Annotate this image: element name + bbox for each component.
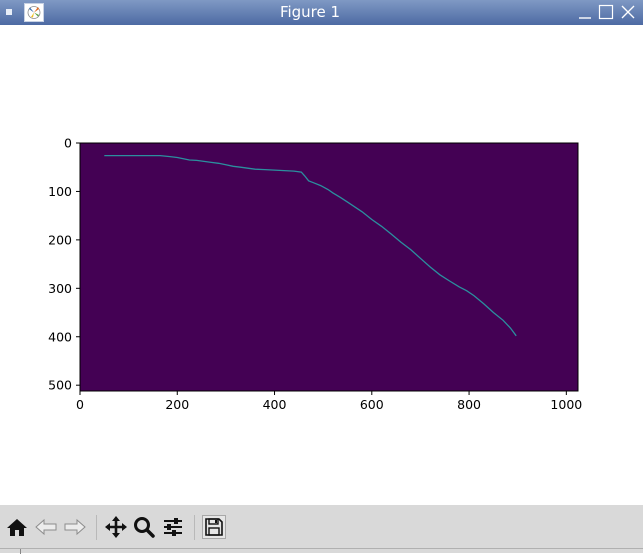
x-tick-label: 200 [165, 397, 189, 412]
forward-arrow-icon[interactable] [63, 515, 87, 539]
x-tick-label: 600 [360, 397, 384, 412]
zoom-magnifier-icon[interactable] [132, 515, 156, 539]
figure-canvas[interactable]: 0 200 400 600 800 1000 0 100 200 300 400 500 [0, 25, 643, 505]
x-tick-label: 0 [76, 397, 84, 412]
y-tick-label: 300 [48, 281, 72, 296]
y-tick-label: 500 [48, 378, 72, 393]
x-tick-label: 1000 [550, 397, 582, 412]
x-tick-label: 800 [457, 397, 481, 412]
status-bar [0, 548, 643, 554]
axes: 0 200 400 600 800 1000 0 100 200 300 400 500 [48, 136, 582, 413]
minimize-icon[interactable] [577, 4, 593, 20]
y-tick-label: 200 [48, 232, 72, 247]
pan-move-icon[interactable] [104, 515, 128, 539]
y-tick-label: 400 [48, 329, 72, 344]
y-tick-label: 0 [64, 136, 72, 151]
window-titlebar[interactable]: Figure 1 [0, 0, 643, 25]
save-floppy-icon[interactable] [202, 515, 226, 539]
configure-subplots-icon[interactable] [161, 515, 185, 539]
back-arrow-icon[interactable] [34, 515, 58, 539]
home-icon[interactable] [5, 515, 29, 539]
toolbar-separator [194, 515, 195, 540]
navigation-toolbar [0, 505, 643, 548]
plot-svg[interactable]: 0 200 400 600 800 1000 0 100 200 300 400 500 [0, 25, 643, 505]
x-tick-label: 400 [263, 397, 287, 412]
close-icon[interactable] [620, 4, 636, 20]
image-area [80, 143, 578, 391]
maximize-icon[interactable] [598, 4, 614, 20]
window-title: Figure 1 [279, 3, 341, 21]
y-tick-label: 100 [48, 184, 72, 199]
toolbar-separator [96, 515, 97, 540]
